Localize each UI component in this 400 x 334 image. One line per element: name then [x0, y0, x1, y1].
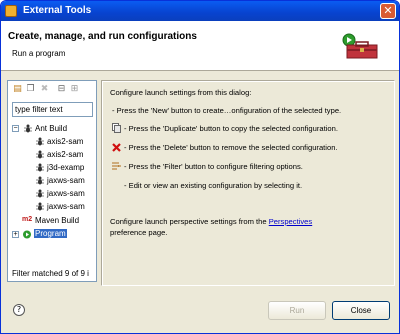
filter-icon[interactable]: ⊞ [69, 84, 80, 95]
tree-item-ant-build[interactable]: − Ant Build [12, 123, 96, 135]
close-button[interactable]: Close [332, 301, 390, 320]
perspectives-link[interactable]: Perspectives [269, 217, 312, 226]
filter-instruction: - Press the 'Filter' button to configure… [124, 162, 303, 171]
ant-icon [24, 124, 32, 133]
tree-item-child[interactable]: axis2-sam [12, 149, 96, 161]
ant-icon [36, 137, 44, 146]
ant-build-label: Ant Build [35, 124, 68, 133]
collapse-icon[interactable]: ⊟ [56, 84, 67, 95]
delete-icon[interactable]: ✖ [39, 84, 50, 95]
run-toolbox-icon [342, 33, 378, 59]
config-label: axis2-sam [47, 137, 84, 146]
duplicate-instruction: - Press the 'Duplicate' button to copy t… [124, 124, 338, 133]
ant-icon [36, 189, 44, 198]
perspective-text-pre: Configure launch perspective settings fr… [110, 217, 269, 226]
ant-icon [36, 176, 44, 185]
tree-item-program[interactable]: + Program [12, 229, 96, 241]
tree-item-child[interactable]: axis2-sam [12, 136, 96, 148]
new-config-icon[interactable]: ▤ [12, 84, 23, 95]
config-label: jaxws-sam [47, 189, 85, 198]
collapse-toggle[interactable]: − [12, 125, 19, 132]
filter-icon [112, 162, 121, 170]
ant-icon [36, 150, 44, 159]
ant-icon [36, 202, 44, 211]
perspective-text: Configure launch perspective settings fr… [110, 217, 312, 226]
dialog-heading: Create, manage, and run configurations [8, 31, 197, 42]
tree-item-child[interactable]: jaxws-sam [12, 201, 96, 213]
expand-toggle[interactable]: + [12, 231, 19, 238]
maven-build-label: Maven Build [35, 216, 80, 225]
config-label: j3d-examp [47, 163, 85, 172]
config-label: jaxws-sam [47, 176, 85, 185]
toolbox-icon [5, 5, 17, 17]
new-instruction: - Press the 'New' button to create…onfig… [112, 106, 342, 115]
dialog-footer: ? Run Close [1, 292, 399, 333]
filter-status: Filter matched 9 of 9 i [12, 269, 89, 278]
config-label: jaxws-sam [47, 202, 85, 211]
program-icon [23, 230, 31, 239]
close-window-button[interactable]: ✕ [380, 3, 396, 19]
title-bar: External Tools ✕ [1, 1, 399, 21]
launch-info-panel: Configure launch settings from this dial… [101, 80, 395, 286]
intro-text: Configure launch settings from this dial… [110, 88, 252, 97]
delete-instruction: - Press the 'Delete' button to remove th… [124, 143, 338, 152]
delete-icon [112, 143, 121, 152]
perspective-text-post: preference page. [110, 228, 168, 237]
filter-input[interactable]: type filter text [12, 102, 93, 117]
dialog-subtitle: Run a program [12, 49, 66, 58]
maven-icon: m2 [22, 216, 33, 223]
config-label: axis2-sam [47, 150, 84, 159]
configurations-panel: ▤ ❐ ✖ ⊟ ⊞ type filter text − Ant Build a… [7, 80, 97, 282]
ant-icon [36, 163, 44, 172]
dialog-header: Create, manage, and run configurations R… [1, 21, 399, 71]
duplicate-icon [112, 123, 121, 133]
external-tools-window: External Tools ✕ Create, manage, and run… [0, 0, 400, 334]
run-button[interactable]: Run [268, 301, 326, 320]
tree-item-maven-build[interactable]: m2 Maven Build [12, 215, 96, 227]
edit-instruction: - Edit or view an existing configuration… [124, 181, 303, 190]
duplicate-icon[interactable]: ❐ [25, 84, 36, 95]
window-title: External Tools [23, 5, 92, 16]
help-icon[interactable]: ? [13, 304, 25, 316]
tree-item-child[interactable]: jaxws-sam [12, 188, 96, 200]
program-label: Program [34, 229, 67, 238]
tree-item-child[interactable]: jaxws-sam [12, 175, 96, 187]
tree-item-child[interactable]: j3d-examp [12, 162, 96, 174]
